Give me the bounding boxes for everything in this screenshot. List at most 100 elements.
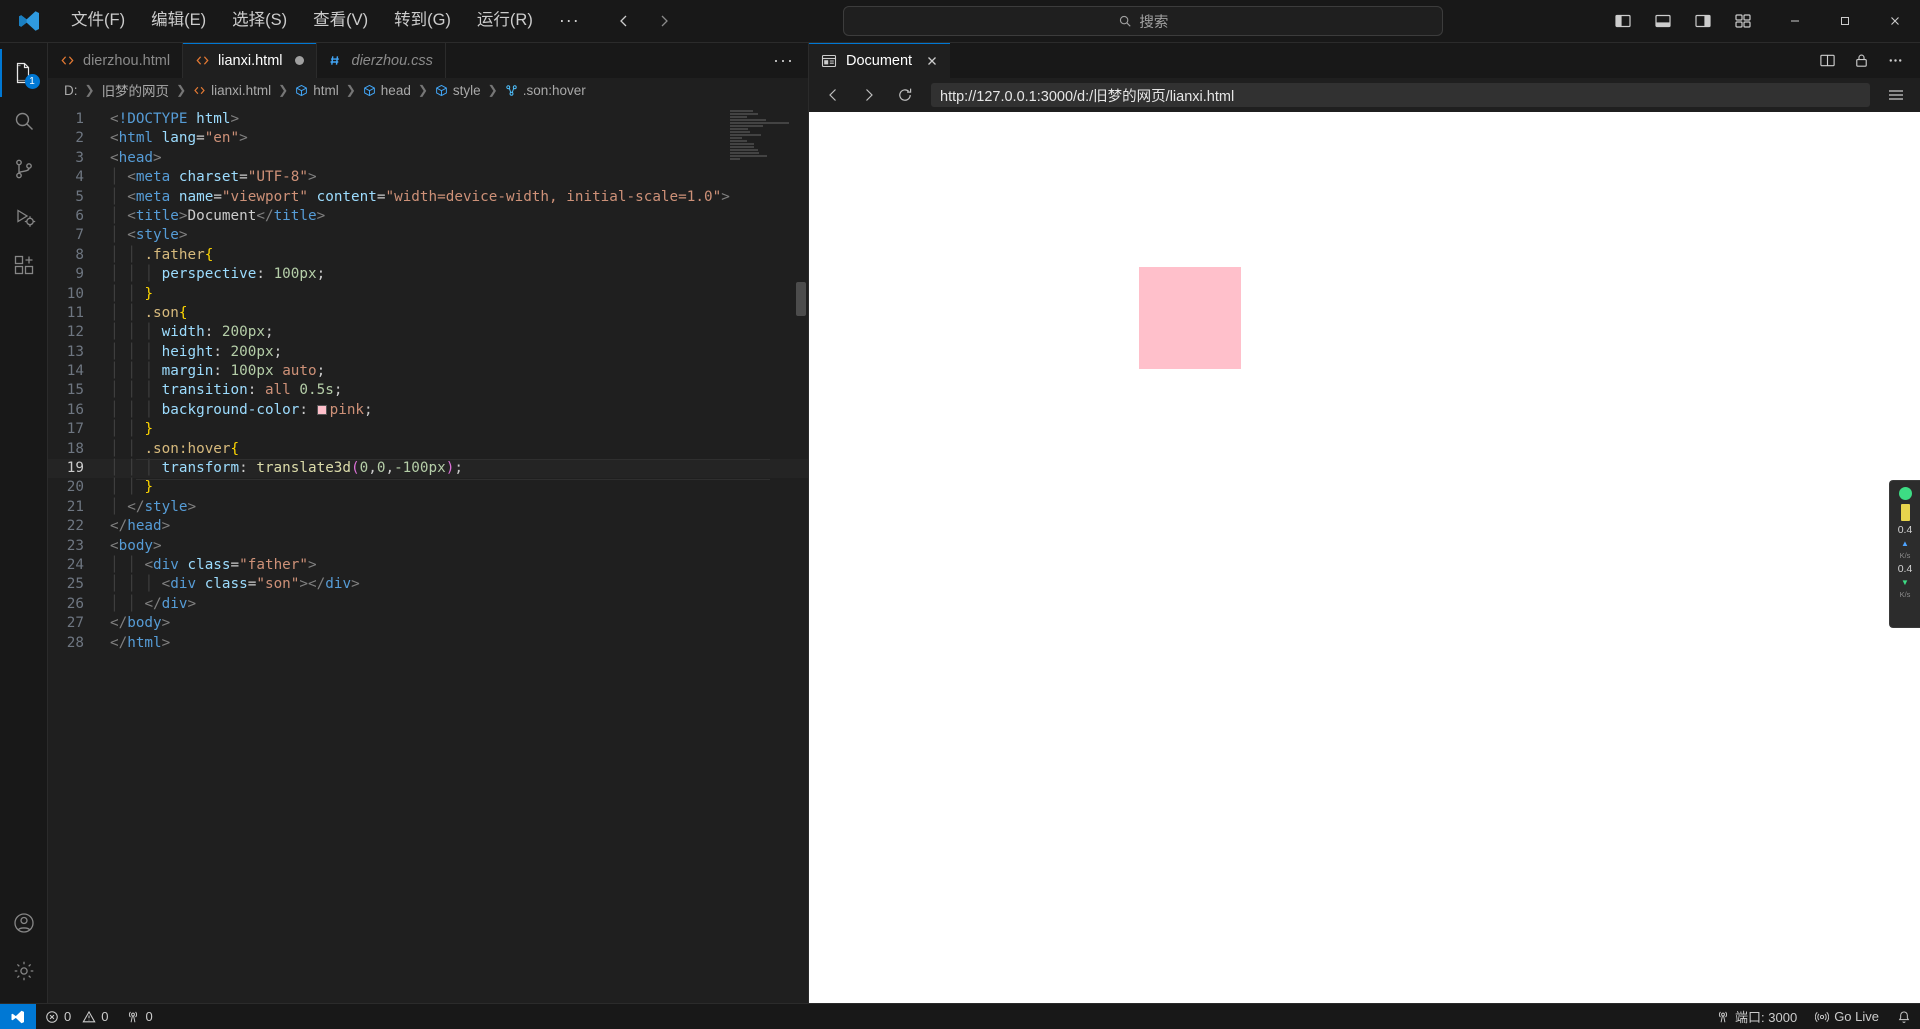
- menu-more-button[interactable]: ···: [546, 10, 593, 31]
- arrow-right-icon[interactable]: [859, 85, 879, 105]
- reload-icon[interactable]: [895, 85, 915, 105]
- breadcrumb-item-drive[interactable]: D:: [64, 83, 78, 98]
- code-line[interactable]: 19 │ │ │ transform: translate3d(0,0,-100p…: [48, 459, 808, 481]
- editor-tab-actions[interactable]: ···: [773, 43, 808, 78]
- line-number: 7: [75, 227, 84, 244]
- breadcrumb-symbol-label: head: [380, 82, 411, 98]
- line-number: 19: [66, 460, 84, 477]
- breadcrumb-item-html[interactable]: html: [295, 83, 339, 98]
- breadcrumb-item-head[interactable]: head: [363, 83, 411, 98]
- breadcrumb-item-rule[interactable]: .son:hover: [505, 83, 586, 98]
- account-icon[interactable]: [0, 899, 48, 947]
- minimize-button[interactable]: [1770, 0, 1820, 43]
- split-editor-icon[interactable]: [1819, 52, 1836, 69]
- code-line[interactable]: 1 <!DOCTYPE html>: [48, 110, 808, 129]
- upload-arrow-icon: ▲: [1901, 539, 1909, 548]
- code-line[interactable]: 14 │ │ │ margin: 100px auto;: [48, 362, 808, 381]
- toggle-secondary-sidebar-icon[interactable]: [1694, 12, 1712, 30]
- tab-dierzhou-css[interactable]: dierzhou.css: [316, 43, 446, 78]
- code-line[interactable]: 17 │ │ }: [48, 420, 808, 439]
- search-input[interactable]: 搜索: [843, 6, 1444, 36]
- code-line[interactable]: 16 │ │ │ background-color: pink;: [48, 401, 808, 420]
- sidebar-item-source-control[interactable]: [0, 145, 48, 193]
- breadcrumb-item-style[interactable]: style: [435, 83, 481, 98]
- code-line[interactable]: 3 <head>: [48, 149, 808, 168]
- tab-document-preview[interactable]: Document: [809, 43, 951, 78]
- code-line[interactable]: 27 </body>: [48, 614, 808, 633]
- code-line[interactable]: 9 │ │ │ perspective: 100px;: [48, 265, 808, 284]
- code-line[interactable]: 25 │ │ │ <div class="son"></div>: [48, 575, 808, 594]
- code-line[interactable]: 24 │ │ <div class="father">: [48, 556, 808, 575]
- status-go-live[interactable]: Go Live: [1806, 1004, 1888, 1029]
- breadcrumb-file-label: lianxi.html: [211, 82, 272, 98]
- toggle-panel-icon[interactable]: [1654, 12, 1672, 30]
- close-icon[interactable]: [926, 55, 938, 67]
- code-line[interactable]: 6 │ <title>Document</title>: [48, 207, 808, 226]
- menu-run[interactable]: 运行(R): [464, 7, 546, 35]
- url-input[interactable]: http://127.0.0.1:3000/d:/旧梦的网页/lianxi.ht…: [931, 83, 1870, 107]
- sidebar-item-explorer[interactable]: 1: [0, 49, 48, 97]
- code-line[interactable]: 22 </head>: [48, 517, 808, 536]
- hamburger-menu-icon[interactable]: [1886, 85, 1906, 105]
- arrow-right-icon[interactable]: [655, 12, 673, 30]
- line-number: 10: [66, 285, 84, 302]
- menu-go[interactable]: 转到(G): [381, 7, 464, 35]
- toggle-primary-sidebar-icon[interactable]: [1614, 12, 1632, 30]
- code-line[interactable]: 10 │ │ }: [48, 285, 808, 304]
- code-line[interactable]: 5 │ <meta name="viewport" content="width=…: [48, 188, 808, 207]
- code-line[interactable]: 8 │ │ .father{: [48, 246, 808, 265]
- sidebar-item-run-and-debug[interactable]: [0, 193, 48, 241]
- preview-viewport[interactable]: [809, 112, 1920, 1003]
- code-line[interactable]: 4 │ <meta charset="UTF-8">: [48, 168, 808, 187]
- editor-scrollbar-thumb[interactable]: [796, 282, 806, 316]
- menu-view[interactable]: 查看(V): [300, 7, 381, 35]
- more-actions-icon[interactable]: [1887, 52, 1904, 69]
- activity-bar: 1: [0, 43, 48, 1003]
- menu-edit[interactable]: 编辑(E): [138, 7, 219, 35]
- tab-lianxi-html[interactable]: lianxi.html: [183, 43, 317, 78]
- code-line[interactable]: 20 │ │ }: [48, 478, 808, 497]
- line-number: 18: [66, 440, 84, 457]
- preview-pink-square[interactable]: [1139, 267, 1241, 369]
- tab-label: dierzhou.html: [83, 52, 171, 69]
- search-container: 搜索: [673, 6, 1614, 36]
- code-line[interactable]: 12 │ │ │ width: 200px;: [48, 323, 808, 342]
- tab-dierzhou-html[interactable]: dierzhou.html: [48, 43, 184, 78]
- maximize-button[interactable]: [1820, 0, 1870, 43]
- code-line[interactable]: 7 │ <style>: [48, 226, 808, 245]
- code-line[interactable]: 18 │ │ .son:hover{: [48, 440, 808, 459]
- breadcrumb-item-file[interactable]: lianxi.html: [193, 83, 271, 98]
- status-notifications[interactable]: [1888, 1004, 1920, 1029]
- code-line[interactable]: 2 <html lang="en">: [48, 129, 808, 148]
- gear-icon[interactable]: [0, 947, 48, 995]
- line-number: 14: [66, 363, 84, 380]
- radio-tower-icon: [126, 1010, 140, 1024]
- remote-window-icon[interactable]: [0, 1003, 36, 1029]
- code-line[interactable]: 23 <body>: [48, 537, 808, 556]
- code-content[interactable]: 1 <!DOCTYPE html> 2 <html lang="en"> 3 <head>…: [48, 102, 808, 653]
- close-button[interactable]: [1870, 0, 1920, 43]
- breadcrumb-item-folder[interactable]: 旧梦的网页: [102, 80, 170, 100]
- code-editor[interactable]: 1 <!DOCTYPE html> 2 <html lang="en"> 3 <head>…: [48, 102, 808, 1003]
- customize-layout-icon[interactable]: [1734, 12, 1752, 30]
- line-number: 23: [66, 537, 84, 554]
- arrow-left-icon[interactable]: [823, 85, 843, 105]
- menu-selection[interactable]: 选择(S): [219, 7, 300, 35]
- arrow-left-icon[interactable]: [615, 12, 633, 30]
- sidebar-item-search[interactable]: [0, 97, 48, 145]
- tab-dirty-indicator[interactable]: [294, 56, 304, 65]
- code-line[interactable]: 26 │ │ </div>: [48, 595, 808, 614]
- network-speed-widget[interactable]: 0.4 ▲ K/s 0.4 ▼ K/s: [1889, 480, 1920, 628]
- status-ports-left[interactable]: 0: [117, 1004, 161, 1029]
- code-line[interactable]: 21 │ </style>: [48, 498, 808, 517]
- sidebar-item-extensions[interactable]: [0, 241, 48, 289]
- code-line[interactable]: 11 │ │ .son{: [48, 304, 808, 323]
- menu-file[interactable]: 文件(F): [58, 7, 138, 35]
- code-line[interactable]: 13 │ │ │ height: 200px;: [48, 343, 808, 362]
- code-line[interactable]: 15 │ │ │ transition: all 0.5s;: [48, 381, 808, 400]
- editor-scrollbar[interactable]: [794, 102, 808, 1003]
- status-problems[interactable]: 0 0: [36, 1004, 117, 1029]
- code-line[interactable]: 28 </html>: [48, 634, 808, 653]
- lock-icon[interactable]: [1853, 52, 1870, 69]
- status-ports[interactable]: 端口: 3000: [1707, 1004, 1806, 1029]
